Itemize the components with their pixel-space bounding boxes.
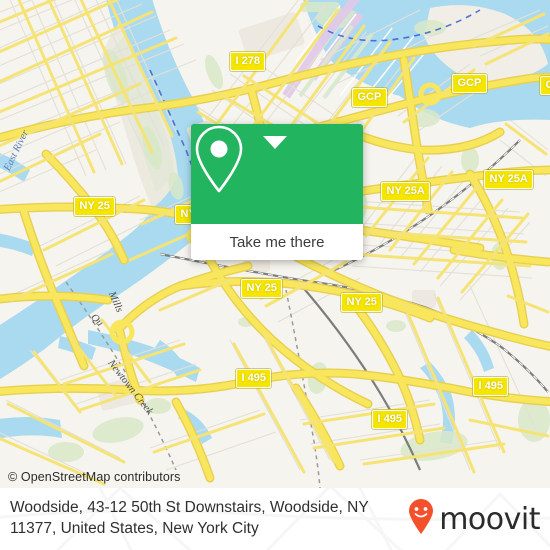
take-me-there-label: Take me there [229, 233, 325, 251]
popup-action[interactable]: Take me there [191, 224, 363, 260]
map-canvas[interactable]: East River Mills Qu Newtown Creek I 278 … [0, 0, 550, 488]
road-shield-i495-3: I 495 [473, 377, 509, 396]
popup-tail [263, 136, 287, 149]
moovit-pin-icon [407, 498, 435, 540]
road-shield-gcp-2: GCP [452, 74, 487, 93]
road-shield-ny25-4: NY 25 [341, 293, 383, 312]
moovit-logo[interactable]: moovit [407, 498, 540, 540]
moovit-wordmark: moovit [439, 501, 540, 537]
road-shield-i495-1: I 495 [236, 369, 272, 388]
road-shield-gcp-3: GCP [540, 76, 550, 95]
road-shield-ny25-1: NY 25 [74, 197, 116, 216]
road-shield-ny25a-2: NY 25A [484, 170, 534, 189]
location-address: Woodside, 43-12 50th St Downstairs, Wood… [10, 499, 369, 537]
osm-attribution[interactable]: © OpenStreetMap contributors [8, 470, 181, 484]
road-shield-ny25a-1: NY 25A [381, 182, 431, 201]
footer-bar: Woodside, 43-12 50th St Downstairs, Wood… [0, 488, 550, 550]
map-screenshot: East River Mills Qu Newtown Creek I 278 … [0, 0, 550, 550]
road-shield-gcp-1: GCP [352, 88, 387, 107]
road-shield-i278: I 278 [230, 52, 266, 71]
road-shield-ny25-3: NY 25 [241, 279, 283, 298]
road-shield-i495-2: I 495 [372, 410, 408, 429]
